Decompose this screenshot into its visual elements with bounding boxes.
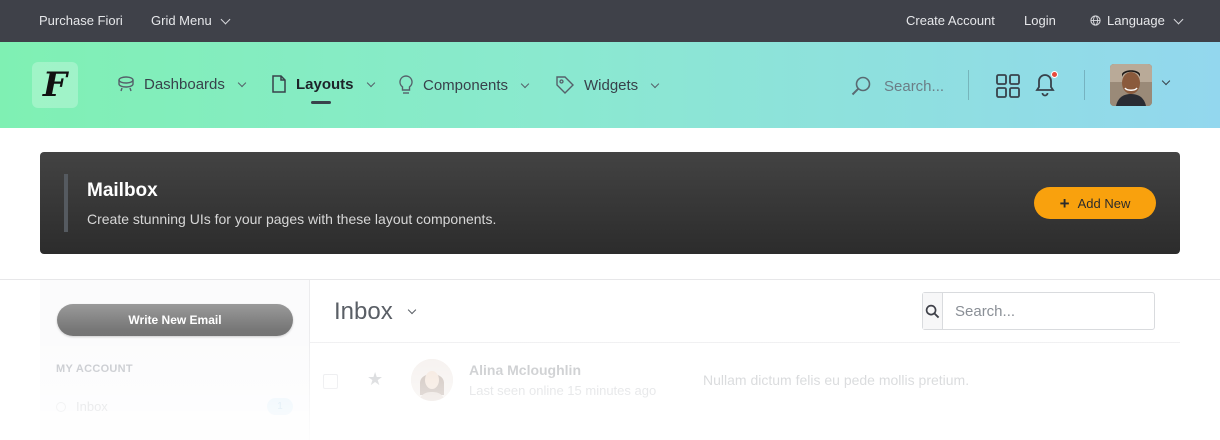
header-divider bbox=[968, 70, 969, 100]
folder-dropdown[interactable]: Inbox bbox=[334, 298, 416, 326]
sidebar-item-inbox[interactable]: Inbox 1 bbox=[56, 398, 293, 416]
header-search-placeholder: Search... bbox=[884, 77, 945, 95]
sender-status: Last seen online 15 minutes ago bbox=[469, 383, 657, 398]
chevron-down-icon bbox=[407, 305, 416, 315]
mail-search bbox=[922, 292, 1155, 330]
app-logo[interactable]: F bbox=[32, 62, 78, 108]
sidebar-section-heading: MY ACCOUNT bbox=[56, 363, 133, 375]
sender-avatar-image bbox=[411, 359, 453, 401]
nav-layouts[interactable]: Layouts bbox=[270, 74, 375, 94]
add-new-label: Add New bbox=[1077, 195, 1131, 211]
nav-components[interactable]: Components bbox=[397, 74, 530, 96]
brand-link[interactable]: Purchase Fiori bbox=[39, 13, 123, 28]
user-avatar[interactable] bbox=[1110, 64, 1152, 106]
nav-label: Components bbox=[423, 76, 509, 94]
nav-dashboards[interactable]: Dashboards bbox=[116, 74, 247, 94]
sender-name: Alina Mcloughlin bbox=[469, 362, 581, 378]
brand-label: Purchase Fiori bbox=[39, 13, 123, 28]
notification-dot bbox=[1051, 71, 1058, 78]
star-icon[interactable]: ★ bbox=[367, 369, 383, 390]
header-divider bbox=[1084, 70, 1085, 100]
plus-icon: + bbox=[1059, 193, 1070, 213]
banner-accent-bar bbox=[64, 174, 68, 232]
chevron-down-icon bbox=[650, 79, 660, 88]
mail-search-input[interactable] bbox=[943, 293, 1154, 329]
top-bar: Purchase Fiori Grid Menu Create Account … bbox=[0, 0, 1220, 42]
nav-label: Widgets bbox=[584, 76, 639, 94]
add-new-button[interactable]: + Add New bbox=[1034, 187, 1156, 219]
globe-icon bbox=[1090, 15, 1101, 26]
grid-menu-label: Grid Menu bbox=[151, 13, 212, 28]
login-label: Login bbox=[1024, 13, 1056, 28]
nav-widgets[interactable]: Widgets bbox=[554, 74, 660, 96]
document-icon bbox=[272, 75, 286, 93]
language-dropdown[interactable]: Language bbox=[1090, 13, 1184, 28]
create-account-link[interactable]: Create Account bbox=[906, 13, 995, 28]
sidebar-item-label: Inbox bbox=[76, 399, 108, 414]
grid-menu-dropdown[interactable]: Grid Menu bbox=[151, 13, 231, 28]
create-account-label: Create Account bbox=[906, 13, 995, 28]
nav-label: Dashboards bbox=[144, 75, 225, 93]
apps-grid-icon[interactable] bbox=[996, 74, 1020, 98]
logo-letter: F bbox=[42, 65, 68, 105]
chevron-down-icon bbox=[1173, 14, 1184, 24]
folder-title: Inbox bbox=[334, 298, 393, 325]
mail-main: Inbox ★ Alina Mcloughlin Last seen onlin… bbox=[310, 280, 1180, 440]
language-label: Language bbox=[1107, 13, 1165, 28]
nav-label: Layouts bbox=[296, 75, 354, 93]
user-avatar-image bbox=[1110, 64, 1152, 106]
unread-count-badge: 1 bbox=[267, 398, 293, 415]
header-search[interactable]: Search... bbox=[850, 75, 944, 97]
sender-avatar bbox=[411, 359, 453, 401]
chevron-down-icon bbox=[366, 78, 375, 87]
chevron-down-icon bbox=[520, 79, 530, 88]
mailbox-banner: Mailbox Create stunning UIs for your pag… bbox=[40, 152, 1180, 254]
search-button[interactable] bbox=[923, 293, 943, 329]
bulb-icon bbox=[399, 75, 413, 94]
email-checkbox[interactable] bbox=[323, 374, 338, 389]
dashboard-icon bbox=[118, 76, 134, 92]
login-link[interactable]: Login bbox=[1024, 13, 1056, 28]
email-row[interactable]: ★ Alina Mcloughlin Last seen online 15 m… bbox=[310, 343, 1180, 421]
active-nav-indicator bbox=[311, 101, 331, 104]
chevron-down-icon bbox=[237, 78, 247, 87]
write-new-email-button[interactable]: Write New Email bbox=[57, 304, 293, 336]
search-icon bbox=[925, 304, 940, 318]
page-title: Mailbox bbox=[87, 180, 158, 201]
page-subtitle: Create stunning UIs for your pages with … bbox=[87, 211, 497, 227]
tag-icon bbox=[556, 76, 574, 94]
email-preview: Nullam dictum felis eu pede mollis preti… bbox=[703, 372, 970, 388]
search-icon bbox=[851, 76, 871, 96]
mail-sidebar: Write New Email MY ACCOUNT Inbox 1 bbox=[40, 280, 310, 440]
chevron-down-icon bbox=[220, 14, 231, 24]
inbox-icon bbox=[56, 402, 66, 412]
